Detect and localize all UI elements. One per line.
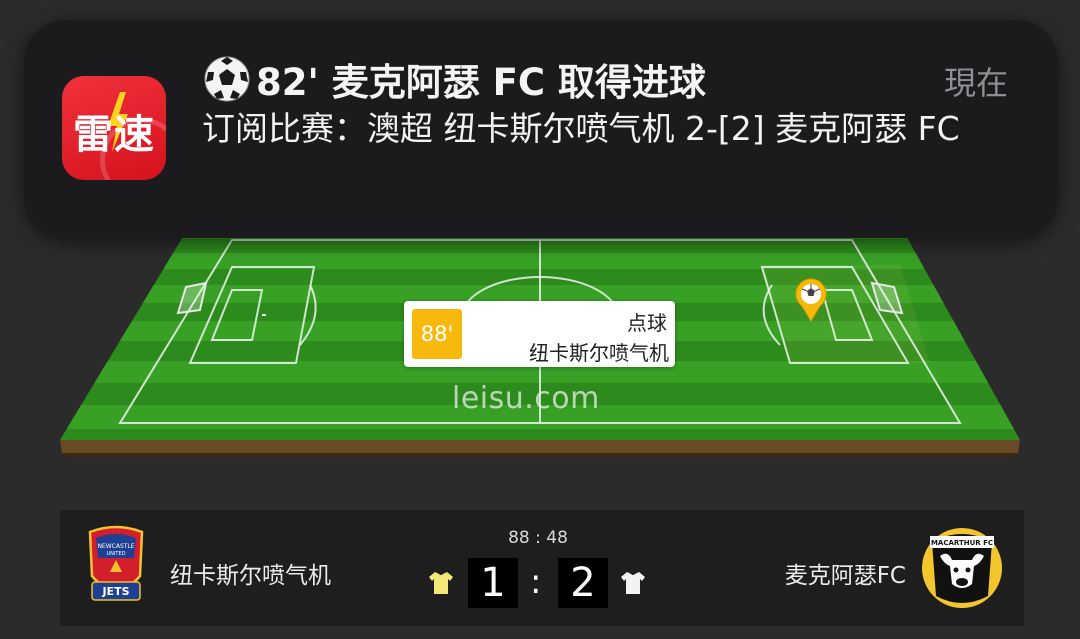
event-team: 纽卡斯尔喷气机: [529, 341, 669, 365]
notification-title: 82' 麦克阿瑟 FC 取得进球: [202, 52, 706, 106]
screen: leisu.com 88' 点球 纽卡斯尔喷气机 雷速 82' 麦克阿瑟 FC …: [0, 0, 1080, 639]
watermark: leisu.com: [452, 381, 600, 416]
home-jersey-icon: [429, 572, 453, 594]
svg-text:JETS: JETS: [101, 585, 129, 598]
app-icon-label: 雷速: [73, 112, 155, 158]
notification-time: 現在: [943, 64, 1008, 102]
scoreboard: NEWCASTLE UNITED JETS 纽卡斯尔喷气机 88 : 48 1 …: [60, 510, 1024, 626]
leisu-app-icon: 雷速: [62, 76, 166, 180]
svg-text:NEWCASTLE: NEWCASTLE: [97, 543, 134, 550]
home-team-name: 纽卡斯尔喷气机: [170, 563, 331, 589]
ball-location-icon: [795, 278, 827, 322]
newcastle-jets-crest-icon: NEWCASTLE UNITED JETS: [88, 525, 144, 601]
goal-notification[interactable]: 雷速 82' 麦克阿瑟 FC 取得进球 現在 订阅比赛：澳超 纽卡斯尔喷气机 2…: [24, 20, 1058, 238]
event-card: 88' 点球 纽卡斯尔喷气机: [404, 301, 675, 367]
away-team-name: 麦克阿瑟FC: [784, 563, 906, 589]
away-jersey-icon: [621, 572, 645, 594]
svg-text:MACARTHUR FC: MACARTHUR FC: [931, 539, 993, 547]
away-score: 2: [558, 558, 608, 608]
soccer-ball-icon: [204, 56, 250, 102]
score-separator: :: [530, 562, 542, 602]
event-minute-badge: 88': [412, 309, 462, 359]
macarthur-fc-crest-icon: MACARTHUR FC: [922, 528, 1002, 608]
notification-body: 订阅比赛：澳超 纽卡斯尔喷气机 2-[2] 麦克阿瑟 FC: [202, 109, 960, 148]
home-score: 1: [468, 558, 518, 608]
notification-title-text: 82' 麦克阿瑟 FC 取得进球: [256, 61, 706, 104]
svg-text:UNITED: UNITED: [107, 551, 126, 557]
event-type: 点球: [627, 311, 667, 335]
match-clock: 88 : 48: [508, 528, 568, 548]
